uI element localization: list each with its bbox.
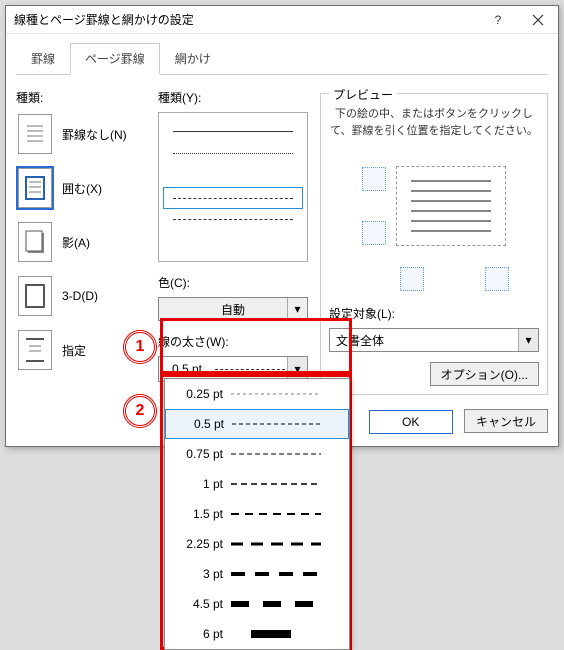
chevron-down-icon: ▾ [287, 298, 307, 320]
width-option[interactable]: 1 pt [165, 469, 349, 499]
style-column: 種類(Y): 色(C): 自動 ▾ 線の太さ(W): 0.5 pt [158, 89, 308, 395]
preview-stage [329, 151, 539, 261]
bottom-border-button[interactable] [362, 221, 386, 245]
preview-column: プレビュー 下の絵の中、またはボタンをクリックして、罫線を引く位置を指定してくだ… [320, 89, 548, 395]
box-icon [18, 168, 52, 208]
width-option[interactable]: 6 pt [165, 619, 349, 649]
setting-box-label: 囲む(X) [62, 180, 102, 197]
width-dropdown[interactable]: 0.25 pt 0.5 pt 0.75 pt 1 pt 1.5 pt 2.25 … [164, 378, 350, 650]
preview-page[interactable] [396, 166, 506, 246]
right-border-button[interactable] [485, 267, 509, 291]
tab-bar: 罫線 ページ罫線 網かけ [16, 42, 548, 75]
style-label: 種類(Y): [158, 89, 308, 106]
width-label: 線の太さ(W): [158, 333, 308, 350]
settings-label: 種類: [16, 89, 146, 106]
color-label: 色(C): [158, 274, 308, 291]
width-option[interactable]: 3 pt [165, 559, 349, 589]
apply-to-label: 設定対象(L): [329, 305, 539, 322]
width-option-selected[interactable]: 0.5 pt [165, 409, 349, 439]
setting-none-label: 罫線なし(N) [62, 126, 127, 143]
preview-group: プレビュー 下の絵の中、またはボタンをクリックして、罫線を引く位置を指定してくだ… [320, 93, 548, 395]
three-d-icon [18, 276, 52, 316]
setting-shadow[interactable]: 影(A) [16, 220, 146, 264]
apply-to-value: 文書全体 [336, 332, 384, 349]
style-listbox[interactable] [158, 112, 308, 262]
tab-page-border[interactable]: ページ罫線 [70, 43, 160, 75]
color-value: 自動 [221, 301, 245, 318]
help-button[interactable]: ? [478, 6, 518, 34]
options-button[interactable]: オプション(O)... [430, 362, 539, 386]
style-item[interactable] [163, 121, 303, 143]
cancel-button[interactable]: キャンセル [464, 409, 548, 433]
style-item[interactable] [163, 143, 303, 165]
ok-button[interactable]: OK [369, 410, 453, 434]
width-value: 0.5 pt [159, 362, 215, 376]
width-option[interactable]: 2.25 pt [165, 529, 349, 559]
custom-icon [18, 330, 52, 370]
style-item[interactable] [163, 209, 303, 231]
shadow-icon [18, 222, 52, 262]
titlebar: 線種とページ罫線と網かけの設定 ? [6, 6, 558, 34]
color-combo[interactable]: 自動 ▾ [158, 297, 308, 321]
close-icon [532, 14, 544, 26]
setting-custom[interactable]: 指定 [16, 328, 146, 372]
left-border-button[interactable] [400, 267, 424, 291]
width-option[interactable]: 1.5 pt [165, 499, 349, 529]
setting-3d[interactable]: 3-D(D) [16, 274, 146, 318]
none-icon [18, 114, 52, 154]
close-button[interactable] [518, 6, 558, 34]
chevron-down-icon: ▾ [518, 329, 538, 351]
style-item[interactable] [163, 165, 303, 187]
style-item-selected[interactable] [163, 187, 303, 209]
top-border-button[interactable] [362, 167, 386, 191]
setting-shadow-label: 影(A) [62, 234, 90, 251]
preview-message: 下の絵の中、またはボタンをクリックして、罫線を引く位置を指定してください。 [329, 106, 539, 139]
setting-none[interactable]: 罫線なし(N) [16, 112, 146, 156]
preview-legend: プレビュー [329, 86, 397, 103]
settings-column: 種類: 罫線なし(N) 囲む(X) 影(A) 3-D(D) [16, 89, 146, 395]
setting-box[interactable]: 囲む(X) [16, 166, 146, 210]
setting-3d-label: 3-D(D) [62, 289, 98, 303]
width-option[interactable]: 0.75 pt [165, 439, 349, 469]
width-sample-line [215, 369, 285, 370]
tab-shading[interactable]: 網かけ [160, 43, 226, 75]
setting-custom-label: 指定 [62, 342, 86, 359]
width-option[interactable]: 0.25 pt [165, 379, 349, 409]
width-option[interactable]: 4.5 pt [165, 589, 349, 619]
window-title: 線種とページ罫線と網かけの設定 [14, 11, 478, 28]
tab-borders[interactable]: 罫線 [16, 43, 70, 75]
apply-to-combo[interactable]: 文書全体 ▾ [329, 328, 539, 352]
